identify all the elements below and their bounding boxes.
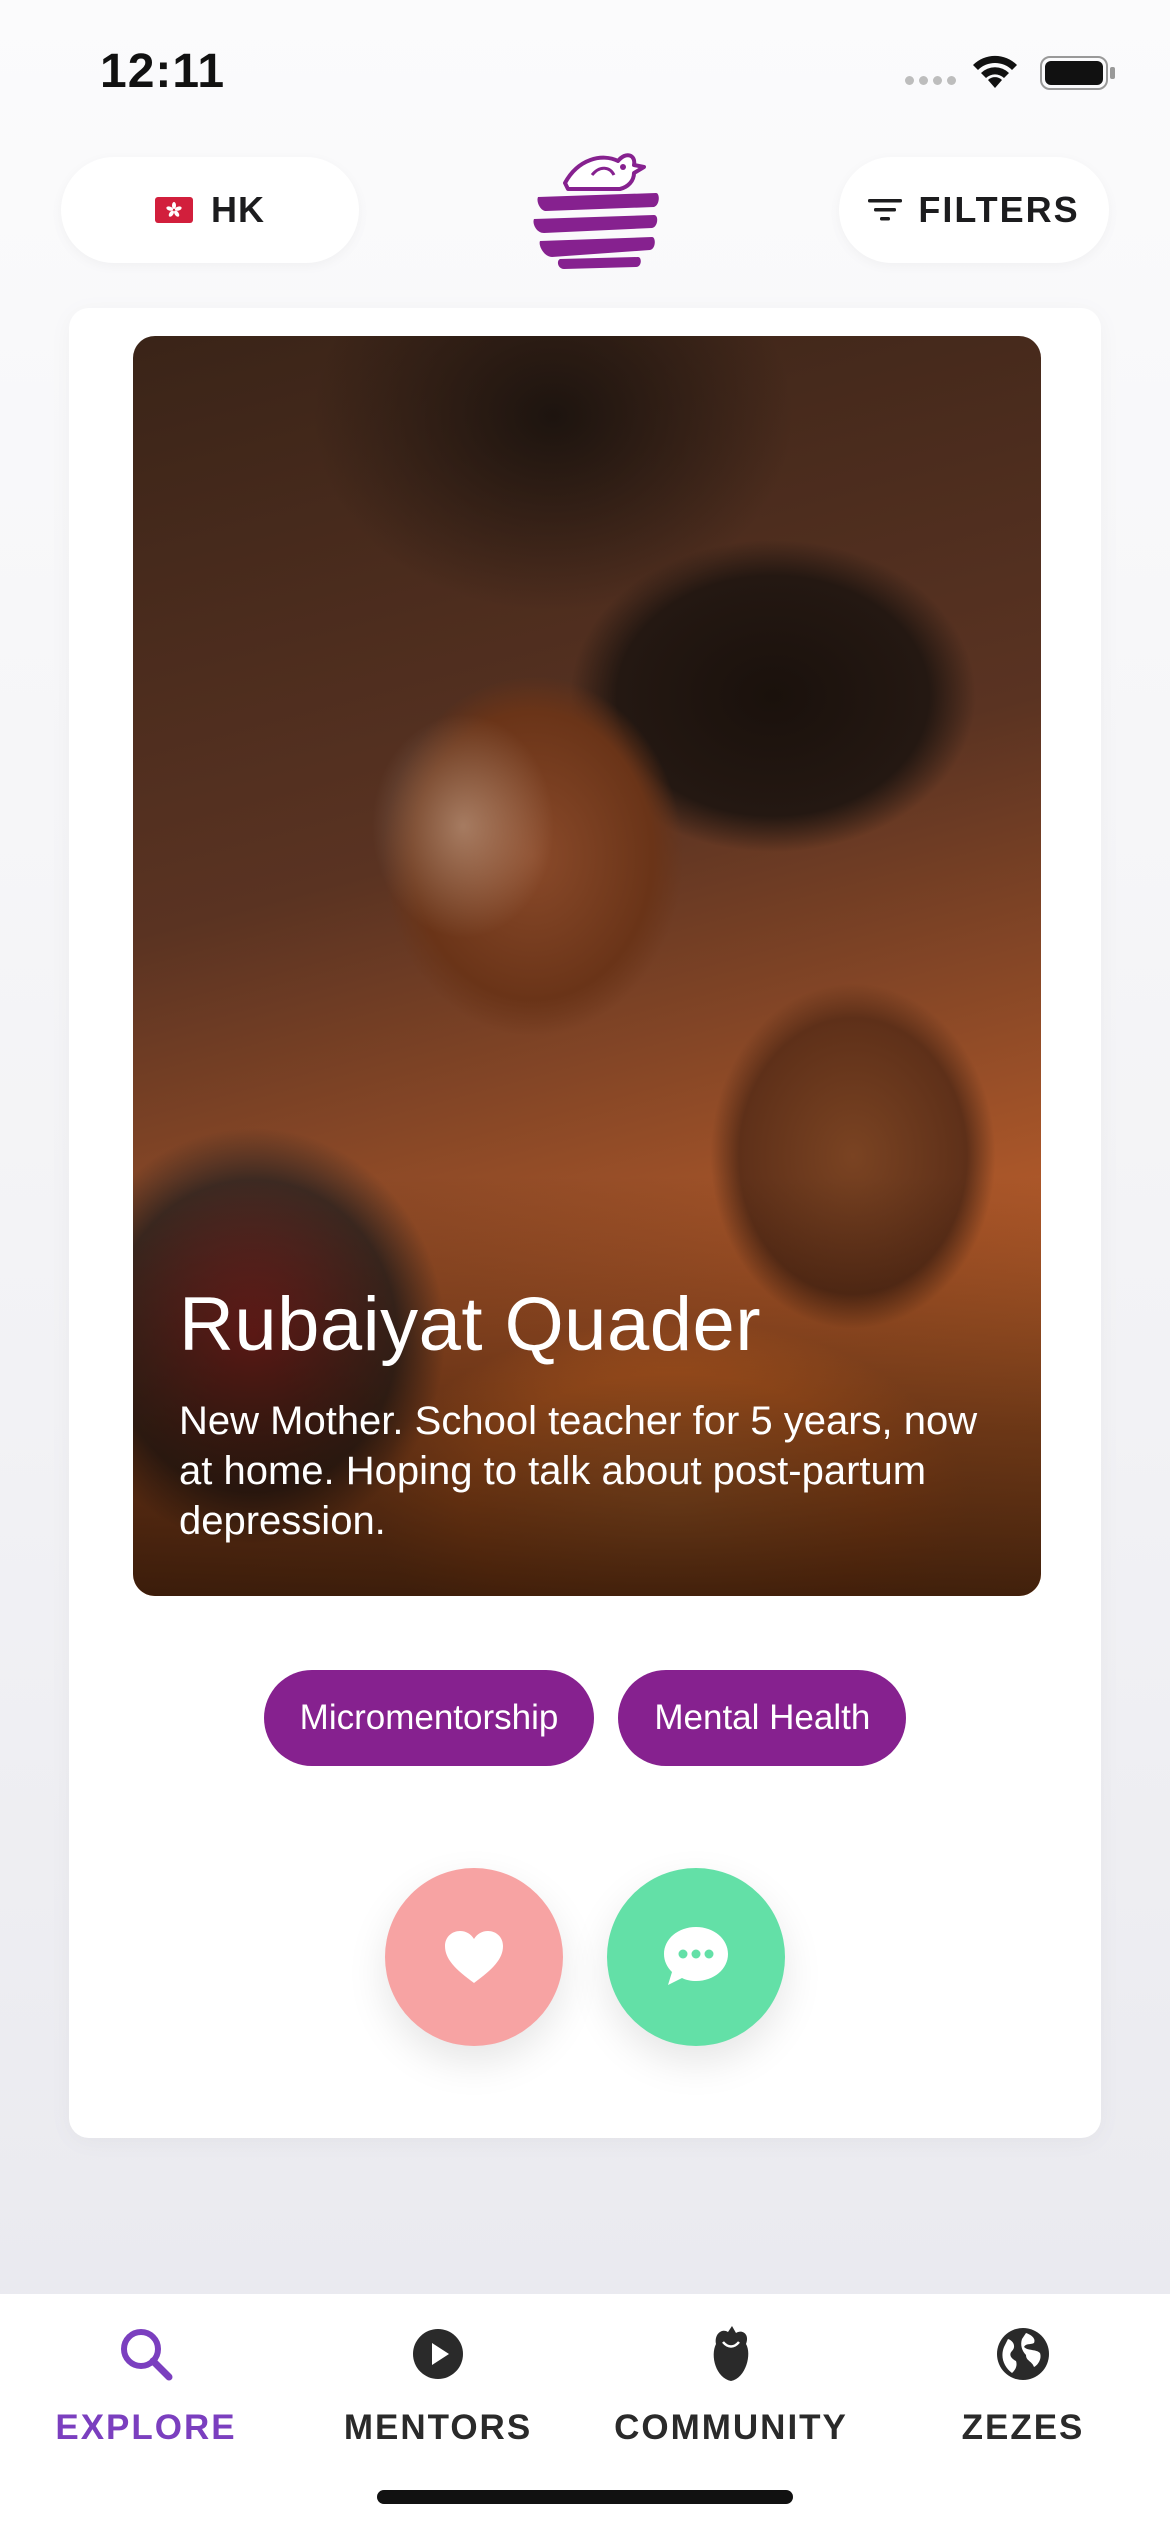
globe-icon	[997, 2328, 1049, 2380]
profile-name: Rubaiyat Quader	[179, 1282, 762, 1367]
filter-lines-icon	[868, 199, 903, 221]
tab-zezes[interactable]: ZEZES	[877, 2294, 1169, 2474]
region-label: HK	[211, 189, 265, 230]
filters-label: FILTERS	[918, 189, 1080, 230]
search-icon	[121, 2329, 173, 2381]
profile-bio: New Mother. School teacher for 5 years, …	[179, 1399, 978, 1543]
play-circle-icon	[413, 2329, 463, 2379]
profile-card[interactable]: Rubaiyat Quader New Mother. School teach…	[69, 308, 1101, 2138]
profile-photo[interactable]: Rubaiyat Quader New Mother. School teach…	[133, 336, 1041, 1596]
home-indicator	[377, 2490, 793, 2504]
tab-explore[interactable]: EXPLORE	[0, 2294, 292, 2474]
cellular-signal-icon	[905, 76, 956, 85]
rose-icon	[713, 2326, 749, 2381]
tag-mental-health[interactable]: Mental Health	[618, 1670, 907, 1766]
status-bar: 12:11	[0, 0, 1170, 150]
tab-label-explore: EXPLORE	[55, 2408, 237, 2447]
bird-nest-logo-icon	[533, 153, 659, 269]
like-button[interactable]	[385, 1868, 563, 2046]
wifi-icon	[973, 55, 1017, 88]
tab-label-mentors: MENTORS	[343, 2408, 533, 2447]
hong-kong-flag-icon	[155, 197, 193, 223]
status-time: 12:11	[100, 45, 226, 98]
message-button[interactable]	[607, 1868, 785, 2046]
tab-label-zezes: ZEZES	[961, 2408, 1085, 2447]
battery-icon	[1040, 56, 1115, 90]
profile-tags: Micromentorship Mental Health	[69, 1670, 1101, 1766]
region-selector-button[interactable]: HK	[61, 157, 359, 263]
heart-icon	[445, 1931, 503, 1983]
tab-label-community: COMMUNITY	[614, 2408, 848, 2447]
chat-bubble-icon	[664, 1927, 728, 1985]
filters-button[interactable]: FILTERS	[839, 157, 1109, 263]
tab-community[interactable]: COMMUNITY	[585, 2294, 877, 2474]
tag-micromentorship[interactable]: Micromentorship	[263, 1670, 595, 1766]
tab-mentors[interactable]: MENTORS	[292, 2294, 584, 2474]
profile-actions	[69, 1868, 1101, 2046]
